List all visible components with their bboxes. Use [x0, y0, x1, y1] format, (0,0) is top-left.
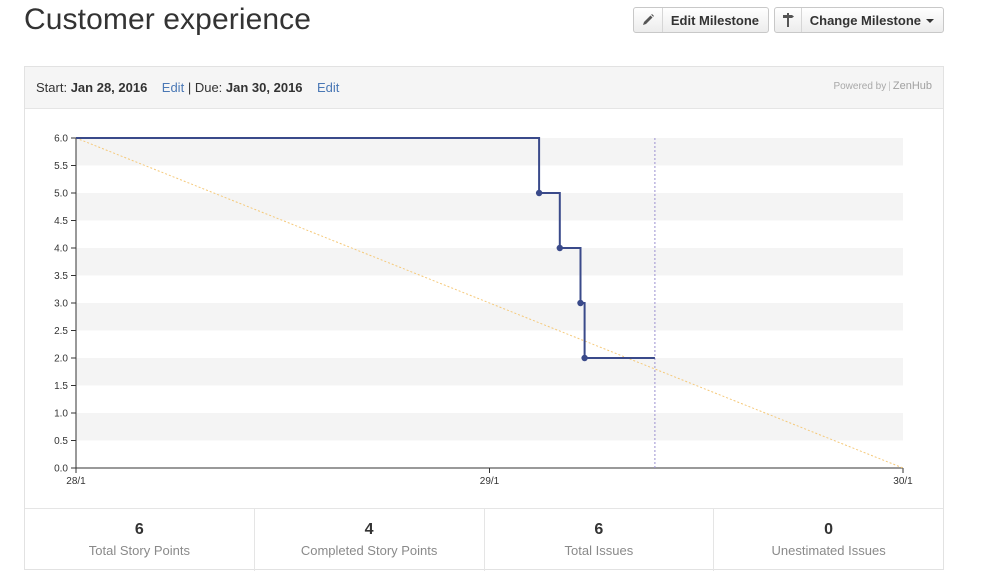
- stat-completed-story-points: 4 Completed Story Points: [255, 509, 485, 571]
- data-point: [581, 354, 588, 362]
- grid-band: [76, 358, 903, 386]
- data-point: [535, 189, 543, 197]
- grid-band: [76, 248, 903, 276]
- edit-milestone-button[interactable]: Edit Milestone: [633, 7, 769, 33]
- stat-label: Total Issues: [564, 543, 634, 558]
- grid-band: [76, 138, 903, 166]
- x-tick-label: 29/1: [480, 476, 500, 487]
- burndown-panel: Start: Jan 28, 2016 Edit | Due: Jan 30, …: [24, 66, 944, 571]
- y-tick-label: 2.0: [54, 354, 68, 365]
- grid-band: [76, 303, 903, 331]
- y-tick-label: 3.0: [54, 299, 68, 310]
- y-tick-label: 0.5: [54, 436, 68, 447]
- stat-value: 6: [594, 521, 604, 538]
- grid-band: [76, 193, 903, 221]
- x-tick-label: 30/1: [893, 476, 913, 487]
- caret-down-icon: [926, 18, 934, 23]
- y-tick-label: 5.0: [54, 189, 68, 200]
- y-tick-label: 4.5: [54, 216, 68, 227]
- stat-unestimated-issues: 0 Unestimated Issues: [714, 509, 943, 571]
- stats-bar: 6 Total Story Points 4 Completed Story P…: [25, 508, 943, 571]
- edit-milestone-label: Edit Milestone: [670, 12, 759, 28]
- stat-label: Completed Story Points: [300, 543, 438, 558]
- grid-band: [76, 413, 903, 441]
- stat-label: Total Story Points: [88, 543, 190, 558]
- burndown-chart: 0.0 0.5 1.0 1.5 2.0 2.5 3.0 3.5 4.0 4.5 5.0 5.5 6.0 2…: [54, 134, 913, 488]
- y-tick-label: 6.0: [54, 134, 68, 145]
- stat-value: 0: [824, 521, 834, 538]
- stat-total-story-points: 6 Total Story Points: [25, 509, 255, 571]
- y-tick-label: 4.0: [54, 244, 68, 255]
- x-tick-label: 28/1: [66, 476, 86, 487]
- stat-value: 4: [364, 521, 374, 538]
- change-milestone-button[interactable]: Change Milestone: [774, 7, 944, 33]
- page-title: Customer experience: [24, 3, 312, 36]
- stat-label: Unestimated Issues: [771, 543, 886, 558]
- stat-total-issues: 6 Total Issues: [485, 509, 715, 571]
- y-tick-label: 1.0: [54, 409, 68, 420]
- y-tick-label: 3.5: [54, 271, 68, 282]
- y-tick-label: 1.5: [54, 381, 68, 392]
- data-point: [556, 244, 563, 252]
- pencil-icon: [634, 8, 663, 32]
- y-tick-label: 5.5: [54, 161, 68, 172]
- change-milestone-label: Change Milestone: [802, 13, 943, 28]
- stat-value: 6: [134, 521, 144, 538]
- signpost-icon: [775, 8, 802, 32]
- y-tick-label: 0.0: [54, 464, 68, 475]
- y-tick-label: 2.5: [54, 326, 68, 337]
- data-point: [577, 299, 584, 307]
